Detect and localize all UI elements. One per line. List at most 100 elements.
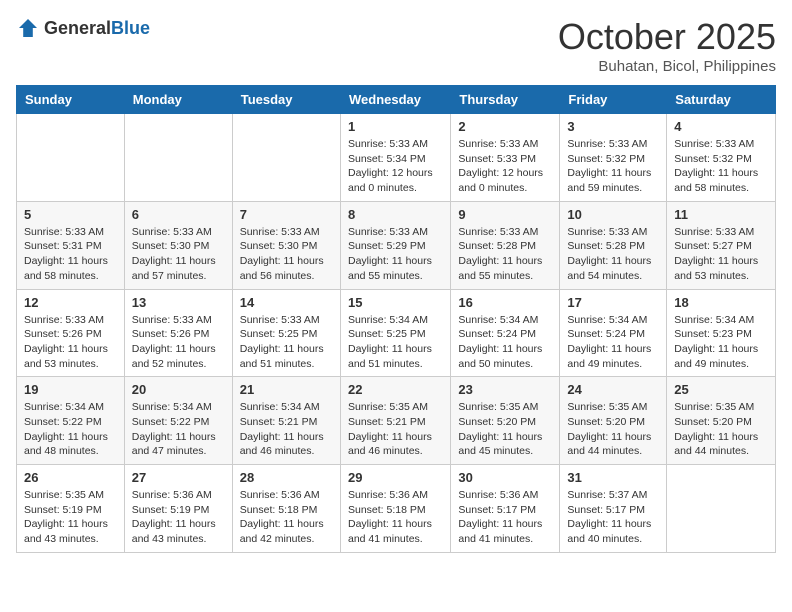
day-number: 6: [132, 207, 225, 222]
calendar-cell: 11 Sunrise: 5:33 AMSunset: 5:27 PMDayligh…: [667, 201, 776, 289]
day-number: 24: [567, 382, 659, 397]
day-number: 16: [458, 295, 552, 310]
calendar-week-row: 5 Sunrise: 5:33 AMSunset: 5:31 PMDaylight…: [17, 201, 776, 289]
location-title: Buhatan, Bicol, Philippines: [558, 58, 776, 75]
logo-general: General: [44, 18, 111, 38]
calendar-cell: 13 Sunrise: 5:33 AMSunset: 5:26 PMDayligh…: [124, 289, 232, 377]
calendar-cell: 18Sunrise: 5:34 AMSunset: 5:23 PMDayligh…: [667, 289, 776, 377]
calendar-table: SundayMondayTuesdayWednesdayThursdayFrid…: [16, 85, 776, 553]
day-info: Sunrise: 5:35 AMSunset: 5:20 PMDaylight:…: [458, 400, 552, 459]
calendar-cell: 19 Sunrise: 5:34 AMSunset: 5:22 PMDayligh…: [17, 377, 125, 465]
day-number: 17: [567, 295, 659, 310]
calendar-cell: 29Sunrise: 5:36 AMSunset: 5:18 PMDayligh…: [340, 465, 450, 553]
day-info: Sunrise: 5:33 AMSunset: 5:30 PMDaylight:…: [240, 225, 333, 284]
day-info: Sunrise: 5:35 AMSunset: 5:21 PMDaylight:…: [348, 400, 443, 459]
calendar-cell: 24 Sunrise: 5:35 AMSunset: 5:20 PMDayligh…: [560, 377, 667, 465]
day-number: 22: [348, 382, 443, 397]
calendar-cell: 25 Sunrise: 5:35 AMSunset: 5:20 PMDayligh…: [667, 377, 776, 465]
day-number: 29: [348, 470, 443, 485]
day-info: Sunrise: 5:37 AMSunset: 5:17 PMDaylight:…: [567, 488, 659, 547]
day-number: 5: [24, 207, 117, 222]
day-info: Sunrise: 5:33 AMSunset: 5:30 PMDaylight:…: [132, 225, 225, 284]
day-number: 15: [348, 295, 443, 310]
day-number: 11: [674, 207, 768, 222]
weekday-header: Friday: [560, 86, 667, 114]
day-number: 31: [567, 470, 659, 485]
calendar-cell: 22 Sunrise: 5:35 AMSunset: 5:21 PMDayligh…: [340, 377, 450, 465]
day-info: Sunrise: 5:33 AMSunset: 5:28 PMDaylight:…: [458, 225, 552, 284]
calendar-cell: [124, 114, 232, 202]
weekday-header: Wednesday: [340, 86, 450, 114]
logo-blue: Blue: [111, 18, 150, 38]
calendar-cell: 27Sunrise: 5:36 AMSunset: 5:19 PMDayligh…: [124, 465, 232, 553]
day-info: Sunrise: 5:33 AMSunset: 5:27 PMDaylight:…: [674, 225, 768, 284]
calendar-cell: [667, 465, 776, 553]
calendar-cell: 10 Sunrise: 5:33 AMSunset: 5:28 PMDayligh…: [560, 201, 667, 289]
page-header: GeneralBlue October 2025 Buhatan, Bicol,…: [16, 16, 776, 75]
logo-icon: [16, 16, 40, 40]
calendar-cell: 15 Sunrise: 5:34 AMSunset: 5:25 PMDayligh…: [340, 289, 450, 377]
month-title: October 2025: [558, 16, 776, 58]
day-info: Sunrise: 5:35 AMSunset: 5:20 PMDaylight:…: [674, 400, 768, 459]
logo: GeneralBlue: [16, 16, 150, 40]
day-number: 25: [674, 382, 768, 397]
day-info: Sunrise: 5:33 AMSunset: 5:34 PMDaylight:…: [348, 137, 443, 196]
day-number: 10: [567, 207, 659, 222]
calendar-week-row: 12Sunrise: 5:33 AMSunset: 5:26 PMDayligh…: [17, 289, 776, 377]
weekday-header: Sunday: [17, 86, 125, 114]
day-info: Sunrise: 5:33 AMSunset: 5:25 PMDaylight:…: [240, 313, 333, 372]
day-info: Sunrise: 5:34 AMSunset: 5:22 PMDaylight:…: [132, 400, 225, 459]
calendar-cell: 17 Sunrise: 5:34 AMSunset: 5:24 PMDayligh…: [560, 289, 667, 377]
calendar-week-row: 1 Sunrise: 5:33 AMSunset: 5:34 PMDaylight…: [17, 114, 776, 202]
calendar-week-row: 26 Sunrise: 5:35 AMSunset: 5:19 PMDayligh…: [17, 465, 776, 553]
day-number: 26: [24, 470, 117, 485]
day-info: Sunrise: 5:34 AMSunset: 5:24 PMDaylight:…: [567, 313, 659, 372]
day-number: 9: [458, 207, 552, 222]
calendar-cell: 23 Sunrise: 5:35 AMSunset: 5:20 PMDayligh…: [451, 377, 560, 465]
calendar-cell: 8Sunrise: 5:33 AMSunset: 5:29 PMDaylight…: [340, 201, 450, 289]
day-info: Sunrise: 5:33 AMSunset: 5:33 PMDaylight:…: [458, 137, 552, 196]
day-number: 28: [240, 470, 333, 485]
day-number: 14: [240, 295, 333, 310]
day-info: Sunrise: 5:33 AMSunset: 5:26 PMDaylight:…: [132, 313, 225, 372]
calendar-cell: 4 Sunrise: 5:33 AMSunset: 5:32 PMDaylight…: [667, 114, 776, 202]
calendar-cell: 6 Sunrise: 5:33 AMSunset: 5:30 PMDaylight…: [124, 201, 232, 289]
day-number: 4: [674, 119, 768, 134]
calendar-cell: 7 Sunrise: 5:33 AMSunset: 5:30 PMDaylight…: [232, 201, 340, 289]
calendar-cell: 2Sunrise: 5:33 AMSunset: 5:33 PMDaylight…: [451, 114, 560, 202]
day-info: Sunrise: 5:34 AMSunset: 5:25 PMDaylight:…: [348, 313, 443, 372]
day-number: 7: [240, 207, 333, 222]
day-number: 30: [458, 470, 552, 485]
day-info: Sunrise: 5:33 AMSunset: 5:32 PMDaylight:…: [674, 137, 768, 196]
day-info: Sunrise: 5:35 AMSunset: 5:19 PMDaylight:…: [24, 488, 117, 547]
calendar-cell: 14 Sunrise: 5:33 AMSunset: 5:25 PMDayligh…: [232, 289, 340, 377]
day-info: Sunrise: 5:33 AMSunset: 5:31 PMDaylight:…: [24, 225, 117, 284]
calendar-cell: 26 Sunrise: 5:35 AMSunset: 5:19 PMDayligh…: [17, 465, 125, 553]
day-info: Sunrise: 5:36 AMSunset: 5:18 PMDaylight:…: [240, 488, 333, 547]
calendar-cell: 12Sunrise: 5:33 AMSunset: 5:26 PMDayligh…: [17, 289, 125, 377]
day-info: Sunrise: 5:34 AMSunset: 5:22 PMDaylight:…: [24, 400, 117, 459]
calendar-cell: 31 Sunrise: 5:37 AMSunset: 5:17 PMDayligh…: [560, 465, 667, 553]
day-number: 13: [132, 295, 225, 310]
calendar-cell: 5 Sunrise: 5:33 AMSunset: 5:31 PMDaylight…: [17, 201, 125, 289]
day-info: Sunrise: 5:33 AMSunset: 5:28 PMDaylight:…: [567, 225, 659, 284]
day-info: Sunrise: 5:34 AMSunset: 5:21 PMDaylight:…: [240, 400, 333, 459]
calendar-header-row: SundayMondayTuesdayWednesdayThursdayFrid…: [17, 86, 776, 114]
weekday-header: Tuesday: [232, 86, 340, 114]
day-info: Sunrise: 5:35 AMSunset: 5:20 PMDaylight:…: [567, 400, 659, 459]
calendar-cell: 28 Sunrise: 5:36 AMSunset: 5:18 PMDayligh…: [232, 465, 340, 553]
day-number: 19: [24, 382, 117, 397]
day-info: Sunrise: 5:36 AMSunset: 5:19 PMDaylight:…: [132, 488, 225, 547]
weekday-header: Saturday: [667, 86, 776, 114]
day-info: Sunrise: 5:33 AMSunset: 5:29 PMDaylight:…: [348, 225, 443, 284]
weekday-header: Monday: [124, 86, 232, 114]
calendar-cell: 20Sunrise: 5:34 AMSunset: 5:22 PMDayligh…: [124, 377, 232, 465]
day-info: Sunrise: 5:34 AMSunset: 5:23 PMDaylight:…: [674, 313, 768, 372]
day-number: 23: [458, 382, 552, 397]
day-info: Sunrise: 5:36 AMSunset: 5:17 PMDaylight:…: [458, 488, 552, 547]
day-info: Sunrise: 5:33 AMSunset: 5:32 PMDaylight:…: [567, 137, 659, 196]
day-number: 1: [348, 119, 443, 134]
calendar-week-row: 19 Sunrise: 5:34 AMSunset: 5:22 PMDayligh…: [17, 377, 776, 465]
calendar-cell: 30 Sunrise: 5:36 AMSunset: 5:17 PMDayligh…: [451, 465, 560, 553]
weekday-header: Thursday: [451, 86, 560, 114]
